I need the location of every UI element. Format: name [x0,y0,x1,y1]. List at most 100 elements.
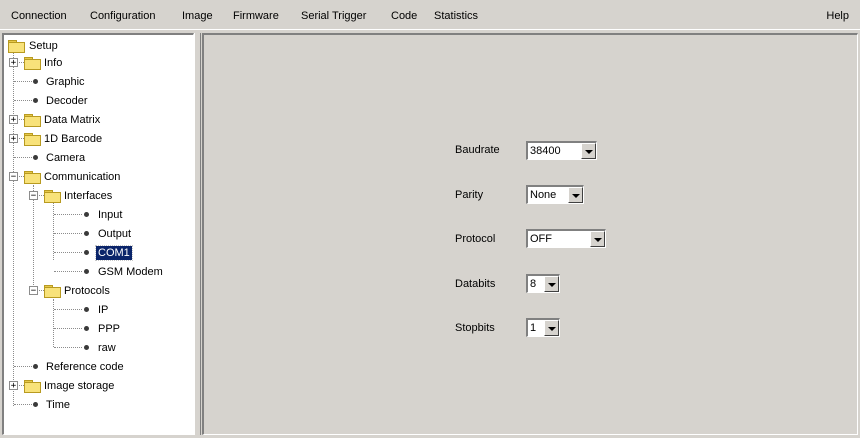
tree-item-protocols[interactable]: − Protocols [4,285,192,301]
tree-item-label: 1D Barcode [44,133,103,145]
menu-image[interactable]: Image [181,9,214,23]
bullet-icon [84,269,89,274]
chevron-down-icon [572,194,580,198]
collapse-icon[interactable]: − [29,286,38,296]
menu-code[interactable]: Code [390,9,418,23]
databits-select[interactable]: 8 [526,274,560,293]
baudrate-value: 38400 [530,145,561,157]
collapse-icon[interactable]: − [29,191,38,201]
panel-splitter[interactable] [194,33,201,435]
expand-icon[interactable]: + [9,115,18,125]
chevron-down-icon [548,327,556,331]
tree-item-raw[interactable]: raw [4,342,192,358]
folder-icon [44,190,61,203]
stopbits-dropdown-button[interactable] [544,320,559,336]
menu-help[interactable]: Help [825,9,850,23]
tree-item-input[interactable]: Input [4,209,192,225]
folder-icon [44,285,61,298]
parity-value: None [530,189,557,201]
stopbits-value: 1 [530,322,537,334]
menu-serial-trigger[interactable]: Serial Trigger [300,9,367,23]
tree-item-interfaces[interactable]: − Interfaces [4,190,192,206]
databits-dropdown-button[interactable] [544,276,559,292]
bullet-icon [84,345,89,350]
menu-connection[interactable]: Connection [10,9,68,23]
tree-item-label: Camera [46,152,86,164]
tree-item-ppp[interactable]: PPP [4,323,192,339]
tree-item-data-matrix[interactable]: + Data Matrix [4,114,192,130]
folder-icon [24,114,41,127]
baudrate-select[interactable]: 38400 [526,141,597,160]
bullet-icon [33,364,38,369]
tree-item-ip[interactable]: IP [4,304,192,320]
protocol-label: Protocol [455,233,496,245]
tree-item-label: PPP [98,323,121,335]
folder-icon [24,57,41,70]
chevron-down-icon [585,150,593,154]
tree-item-label: Interfaces [64,190,113,202]
tree-item-label: Image storage [44,380,115,392]
tree-item-graphic[interactable]: Graphic [4,76,192,92]
protocol-dropdown-button[interactable] [590,231,605,247]
bullet-icon [33,155,38,160]
parity-select[interactable]: None [526,185,584,204]
tree-item-label: Graphic [46,76,85,88]
stopbits-select[interactable]: 1 [526,318,560,337]
menu-statistics[interactable]: Statistics [433,9,479,23]
bullet-icon [84,250,89,255]
tree-item-label: Output [98,228,132,240]
tree-item-label: Input [98,209,123,221]
expand-icon[interactable]: + [9,381,18,391]
bullet-icon [33,98,38,103]
tree-item-output[interactable]: Output [4,228,192,244]
menu-bar: Connection Configuration Image Firmware … [0,0,860,30]
tree-item-reference-code[interactable]: Reference code [4,361,192,377]
parity-dropdown-button[interactable] [568,187,583,203]
tree-item-info[interactable]: + Info [4,57,192,73]
baudrate-dropdown-button[interactable] [581,143,596,159]
bullet-icon [84,307,89,312]
expand-icon[interactable]: + [9,58,18,68]
databits-value: 8 [530,278,537,290]
tree-item-image-storage[interactable]: + Image storage [4,380,192,396]
menu-configuration[interactable]: Configuration [89,9,156,23]
tree-item-camera[interactable]: Camera [4,152,192,168]
parity-label: Parity [455,189,484,201]
tree-item-communication[interactable]: − Communication [4,171,192,187]
folder-icon [24,380,41,393]
folder-icon [24,133,41,146]
tree-item-time[interactable]: Time [4,399,192,415]
tree-item-label: Decoder [46,95,88,107]
tree-item-label: IP [98,304,109,316]
tree-item-label: Communication [44,171,121,183]
expand-icon[interactable]: + [9,134,18,144]
chevron-down-icon [594,238,602,242]
tree-item-label: Data Matrix [44,114,101,126]
tree-item-label: Time [46,399,71,411]
tree-item-setup[interactable]: Setup [4,38,192,54]
tree-item-label: raw [98,342,116,354]
protocol-select[interactable]: OFF [526,229,606,248]
collapse-icon[interactable]: − [9,172,18,182]
protocol-value: OFF [530,233,552,245]
tree-item-decoder[interactable]: Decoder [4,95,192,111]
tree-item-label: COM1 [95,245,133,261]
tree-item-gsm-modem[interactable]: GSM Modem [4,266,192,282]
tree-item-label: Protocols [64,285,110,297]
databits-label: Databits [455,278,496,290]
folder-icon [8,40,25,53]
chevron-down-icon [548,283,556,287]
bullet-icon [84,212,89,217]
baudrate-label: Baudrate [455,144,500,156]
tree-item-1d-barcode[interactable]: + 1D Barcode [4,133,192,149]
tree-item-label: GSM Modem [98,266,163,278]
menu-firmware[interactable]: Firmware [232,9,280,23]
tree-item-label: Setup [29,40,58,52]
stopbits-label: Stopbits [455,322,495,334]
bullet-icon [33,79,38,84]
folder-icon [24,171,41,184]
tree-item-label: Reference code [46,361,124,373]
tree-item-com1[interactable]: COM1 [4,245,192,263]
tree-item-label: Info [44,57,63,69]
setup-tree[interactable]: Setup + Info Graphic Decoder + Data Matr… [2,33,194,435]
